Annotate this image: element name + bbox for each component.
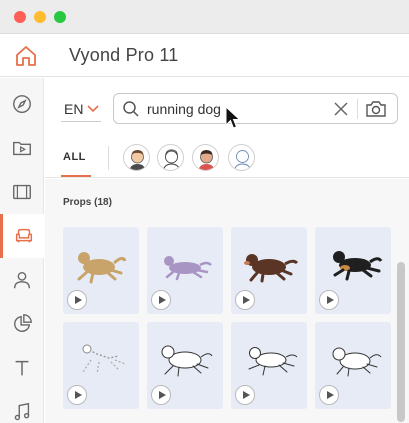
app-title: Vyond Pro 11 [69,45,179,65]
play-preview-button[interactable] [151,385,171,405]
clear-icon[interactable] [332,100,350,118]
play-preview-button[interactable] [235,385,255,405]
play-preview-button[interactable] [67,385,87,405]
compass-icon [13,95,31,113]
tab-all[interactable]: ALL [63,151,86,163]
language-underline [61,121,101,122]
prop-card[interactable] [147,227,223,314]
running-dog-thumbnail [332,347,382,377]
prop-card[interactable] [63,227,139,314]
sidebar-item-explore[interactable] [0,82,44,126]
style-filter-tabs: ALL [45,138,409,178]
running-dog-thumbnail [248,347,298,376]
results-area: Props (18) [45,179,409,423]
minimize-window-button[interactable] [34,11,46,23]
running-dog-thumbnail [244,254,299,283]
play-preview-button[interactable] [319,290,339,310]
play-preview-button[interactable] [67,290,87,310]
pie-chart-icon [14,314,32,332]
play-preview-button[interactable] [151,290,171,310]
sidebar-item-media[interactable] [0,126,44,170]
running-dog-thumbnail [77,252,127,284]
language-select[interactable]: EN [64,101,100,117]
running-dog-thumbnail [161,345,213,377]
tab-style-whiteboard[interactable] [157,144,184,171]
window-titlebar [0,0,409,34]
search-divider [357,99,358,119]
play-preview-button[interactable] [235,290,255,310]
tab-style-outline[interactable] [228,144,255,171]
character-avatar-icon [233,150,252,170]
sidebar-item-charts[interactable] [0,302,44,346]
sidebar-item-scenes[interactable] [0,170,44,214]
mouse-cursor-icon [225,106,241,129]
chevron-down-icon [87,105,100,113]
library-panel: EN running dog ALL Props (18) [45,78,409,423]
close-window-button[interactable] [14,11,26,23]
sidebar [0,78,44,423]
app-header: Vyond Pro 11 [0,35,409,77]
prop-card[interactable] [315,322,391,409]
video-folder-icon [13,141,31,156]
prop-card[interactable] [231,322,307,409]
film-icon [13,184,31,200]
user-icon [13,271,31,289]
text-icon [15,360,29,376]
tab-style-business[interactable] [123,144,150,171]
tab-style-contemporary[interactable] [192,144,219,171]
music-icon [14,402,30,421]
results-scrollbar[interactable] [397,262,405,422]
tab-separator [108,146,109,170]
running-dog-thumbnail [333,251,383,281]
running-dog-thumbnail [82,344,126,375]
sidebar-item-text[interactable] [0,346,44,390]
search-icon [123,101,139,117]
prop-card[interactable] [147,322,223,409]
prop-card[interactable] [315,227,391,314]
camera-icon[interactable] [365,99,387,119]
play-preview-button[interactable] [319,385,339,405]
running-dog-thumbnail [164,256,212,281]
armchair-icon [15,228,32,243]
character-avatar-icon [129,150,146,170]
character-avatar-icon [162,149,181,170]
sidebar-item-audio[interactable] [0,390,44,423]
search-box[interactable]: running dog [113,93,398,124]
section-title: Props (18) [63,197,112,208]
sidebar-item-props[interactable] [0,214,44,258]
prop-card[interactable] [63,322,139,409]
home-button[interactable] [14,44,38,68]
search-input[interactable]: running dog [147,101,221,117]
tab-active-indicator [61,175,91,177]
home-icon [16,46,36,66]
sidebar-item-characters[interactable] [0,258,44,302]
character-avatar-icon [198,150,215,170]
language-label: EN [64,101,84,117]
zoom-window-button[interactable] [54,11,66,23]
prop-card[interactable] [231,227,307,314]
